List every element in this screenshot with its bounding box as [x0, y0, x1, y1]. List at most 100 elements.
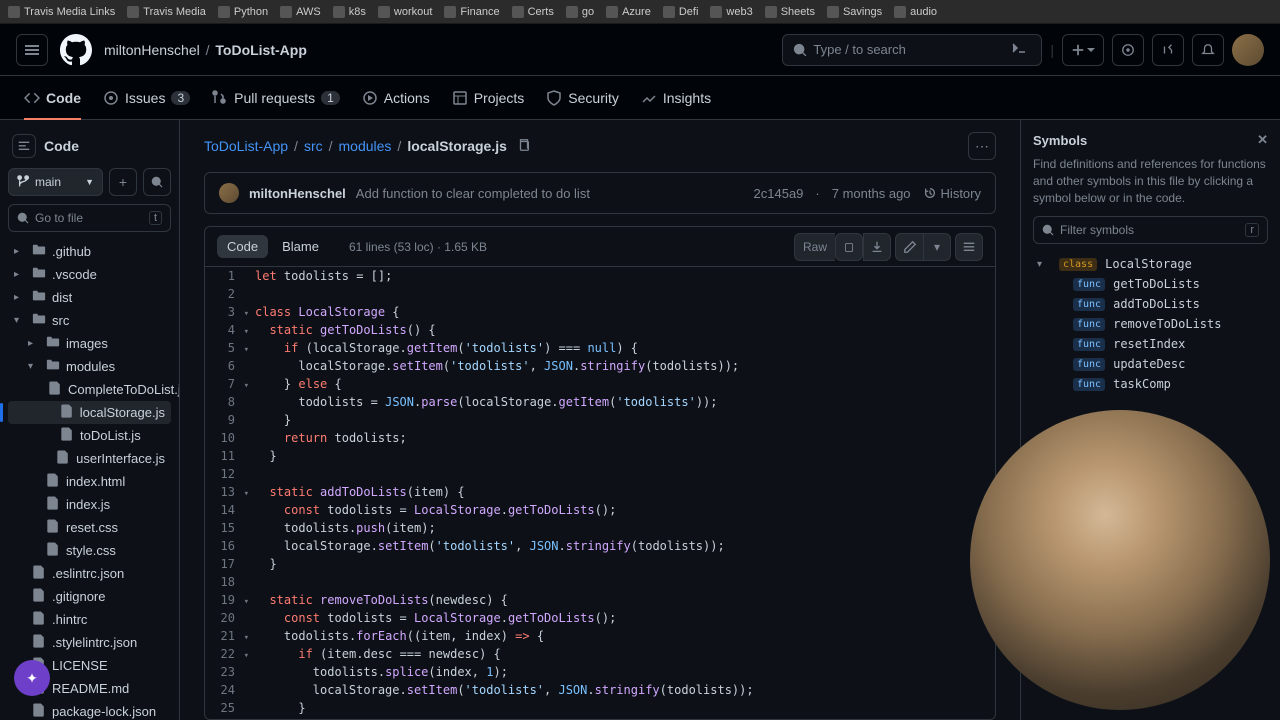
line-number[interactable]: 22▾	[205, 645, 249, 663]
code-line[interactable]: 24 localStorage.setItem('todolists', JSO…	[205, 681, 995, 699]
bookmark-item[interactable]: workout	[378, 6, 433, 18]
bookmark-item[interactable]: Travis Media	[127, 6, 206, 18]
history-button[interactable]: History	[923, 186, 981, 201]
tree-folder--github[interactable]: ▸.github	[8, 240, 171, 263]
code-line[interactable]: 1let todolists = [];	[205, 267, 995, 285]
copy-raw-button[interactable]	[835, 233, 863, 261]
code-line[interactable]: 2	[205, 285, 995, 303]
hamburger-menu-button[interactable]	[16, 34, 48, 66]
notifications-button[interactable]	[1192, 34, 1224, 66]
repo-link[interactable]: ToDoList-App	[215, 42, 307, 58]
user-avatar[interactable]	[1232, 34, 1264, 66]
create-new-button[interactable]	[1062, 34, 1104, 66]
code-line[interactable]: 23 todolists.splice(index, 1);	[205, 663, 995, 681]
line-number[interactable]: 16	[205, 537, 249, 555]
tree-file-index-html[interactable]: index.html	[8, 470, 171, 493]
nav-actions[interactable]: Actions	[354, 76, 438, 120]
line-number[interactable]: 14	[205, 501, 249, 519]
copilot-floating-button[interactable]: ✦	[14, 660, 50, 696]
code-line[interactable]: 26 });	[205, 717, 995, 719]
tree-file-CompleteToDoList-js[interactable]: CompleteToDoList.js	[8, 378, 171, 401]
line-number[interactable]: 18	[205, 573, 249, 591]
code-line[interactable]: 10 return todolists;	[205, 429, 995, 447]
nav-issues[interactable]: Issues 3	[95, 76, 198, 120]
tree-folder-dist[interactable]: ▸dist	[8, 286, 171, 309]
line-number[interactable]: 23	[205, 663, 249, 681]
code-line[interactable]: 22▾ if (item.desc === newdesc) {	[205, 645, 995, 663]
blame-tab[interactable]: Blame	[272, 235, 329, 258]
code-line[interactable]: 19▾ static removeToDoLists(newdesc) {	[205, 591, 995, 609]
symbols-toggle-button[interactable]	[955, 233, 983, 261]
tree-folder-images[interactable]: ▸images	[8, 332, 171, 355]
nav-projects[interactable]: Projects	[444, 76, 533, 120]
bookmark-item[interactable]: k8s	[333, 6, 366, 18]
symbol-LocalStorage[interactable]: ▾classLocalStorage	[1033, 254, 1268, 274]
line-number[interactable]: 20	[205, 609, 249, 627]
tree-folder--vscode[interactable]: ▸.vscode	[8, 263, 171, 286]
symbol-removeToDoLists[interactable]: funcremoveToDoLists	[1033, 314, 1268, 334]
line-number[interactable]: 26	[205, 717, 249, 719]
nav-security[interactable]: Security	[538, 76, 627, 120]
tree-folder-modules[interactable]: ▾modules	[8, 355, 171, 378]
bookmark-item[interactable]: Azure	[606, 6, 651, 18]
tree-file-toDoList-js[interactable]: toDoList.js	[8, 424, 171, 447]
issues-button[interactable]	[1112, 34, 1144, 66]
bookmark-item[interactable]: Certs	[512, 6, 554, 18]
code-line[interactable]: 6 localStorage.setItem('todolists', JSON…	[205, 357, 995, 375]
code-line[interactable]: 8 todolists = JSON.parse(localStorage.ge…	[205, 393, 995, 411]
bookmark-item[interactable]: web3	[710, 6, 752, 18]
line-number[interactable]: 4▾	[205, 321, 249, 339]
raw-button[interactable]: Raw	[794, 233, 835, 261]
code-line[interactable]: 18	[205, 573, 995, 591]
line-number[interactable]: 9	[205, 411, 249, 429]
tree-folder-src[interactable]: ▾src	[8, 309, 171, 332]
code-line[interactable]: 7▾ } else {	[205, 375, 995, 393]
tree-file--stylelintrc-json[interactable]: .stylelintrc.json	[8, 631, 171, 654]
collapse-sidebar-button[interactable]	[12, 134, 36, 158]
symbols-filter-input[interactable]: Filter symbols r	[1033, 216, 1268, 244]
code-line[interactable]: 14 const todolists = LocalStorage.getToD…	[205, 501, 995, 519]
line-number[interactable]: 12	[205, 465, 249, 483]
bookmark-item[interactable]: Finance	[444, 6, 499, 18]
path-part-1[interactable]: modules	[339, 138, 392, 154]
tree-file-style-css[interactable]: style.css	[8, 539, 171, 562]
line-number[interactable]: 6	[205, 357, 249, 375]
edit-button[interactable]	[895, 233, 923, 261]
line-number[interactable]: 2	[205, 285, 249, 303]
code-line[interactable]: 11 }	[205, 447, 995, 465]
bookmark-item[interactable]: AWS	[280, 6, 321, 18]
search-files-button[interactable]	[143, 168, 171, 196]
line-number[interactable]: 11	[205, 447, 249, 465]
code-line[interactable]: 17 }	[205, 555, 995, 573]
commit-message[interactable]: Add function to clear completed to do li…	[356, 186, 590, 201]
bookmark-item[interactable]: Travis Media Links	[8, 6, 115, 18]
file-filter-input[interactable]: Go to file t	[8, 204, 171, 232]
code-line[interactable]: 4▾ static getToDoLists() {	[205, 321, 995, 339]
code-line[interactable]: 25 }	[205, 699, 995, 717]
line-number[interactable]: 5▾	[205, 339, 249, 357]
tree-file--eslintrc-json[interactable]: .eslintrc.json	[8, 562, 171, 585]
code-line[interactable]: 9 }	[205, 411, 995, 429]
line-number[interactable]: 25	[205, 699, 249, 717]
tree-file-reset-css[interactable]: reset.css	[8, 516, 171, 539]
code-line[interactable]: 16 localStorage.setItem('todolists', JSO…	[205, 537, 995, 555]
symbol-getToDoLists[interactable]: funcgetToDoLists	[1033, 274, 1268, 294]
add-file-button[interactable]: +	[109, 168, 137, 196]
line-number[interactable]: 13▾	[205, 483, 249, 501]
symbol-resetIndex[interactable]: funcresetIndex	[1033, 334, 1268, 354]
commit-sha[interactable]: 2c145a9	[754, 186, 804, 201]
download-button[interactable]	[863, 233, 891, 261]
code-line[interactable]: 20 const todolists = LocalStorage.getToD…	[205, 609, 995, 627]
commit-author[interactable]: miltonHenschel	[249, 186, 346, 201]
line-number[interactable]: 1	[205, 267, 249, 285]
global-search-input[interactable]: Type / to search	[782, 34, 1042, 66]
symbols-close-button[interactable]: ✕	[1257, 132, 1268, 148]
bookmark-item[interactable]: Savings	[827, 6, 882, 18]
code-area[interactable]: 1let todolists = [];23▾class LocalStorag…	[205, 267, 995, 719]
bookmark-item[interactable]: audio	[894, 6, 937, 18]
edit-dropdown[interactable]: ▾	[923, 233, 951, 261]
pull-requests-button[interactable]	[1152, 34, 1184, 66]
bookmark-item[interactable]: Sheets	[765, 6, 815, 18]
code-line[interactable]: 21▾ todolists.forEach((item, index) => {	[205, 627, 995, 645]
bookmark-item[interactable]: Python	[218, 6, 268, 18]
